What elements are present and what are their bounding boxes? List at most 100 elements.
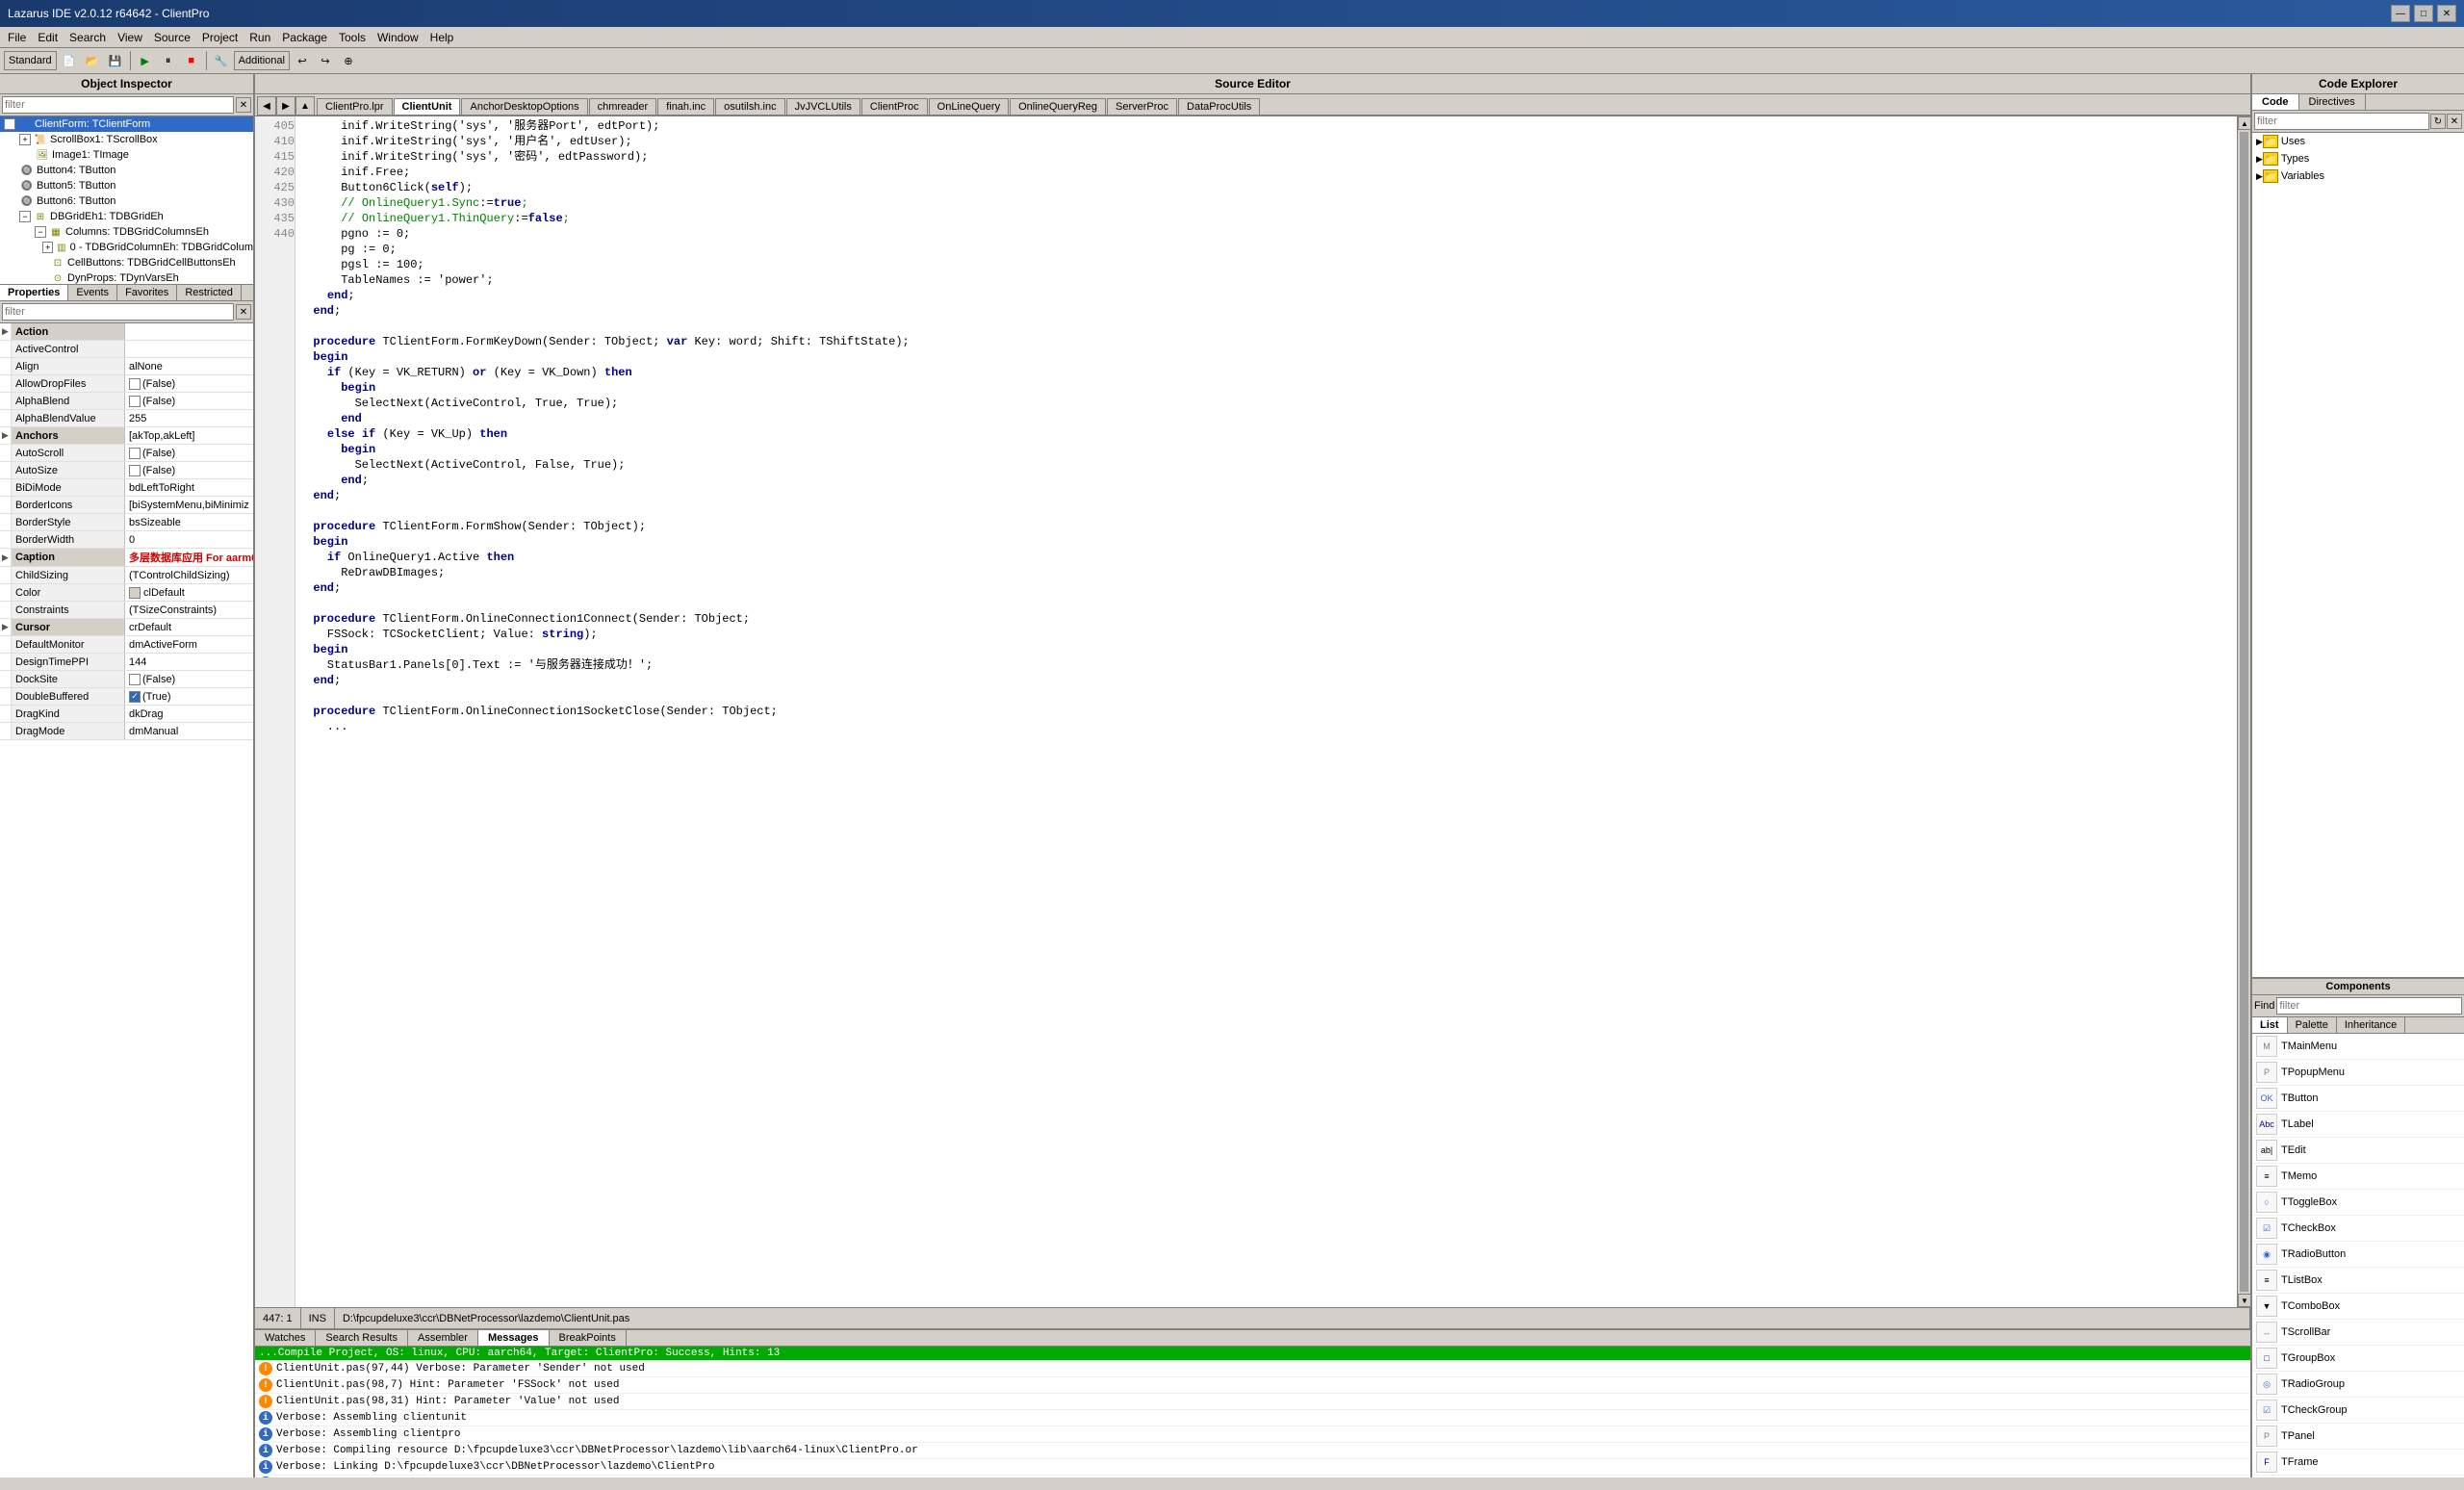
bottom-tab[interactable]: BreakPoints: [550, 1330, 627, 1346]
component-item[interactable]: ☑TCheckGroup: [2252, 1398, 2464, 1424]
prop-expand-btn[interactable]: ▶: [0, 427, 12, 444]
props-tab-events[interactable]: Events: [68, 285, 117, 300]
props-tab-restricted[interactable]: Restricted: [177, 285, 242, 300]
toolbar-pause-btn[interactable]: ⏸: [158, 50, 179, 71]
prop-value[interactable]: (False): [125, 445, 253, 461]
ce-expand-btn[interactable]: ▶: [2256, 154, 2263, 165]
menu-item-package[interactable]: Package: [276, 29, 333, 46]
prop-value[interactable]: crDefault: [125, 619, 253, 635]
ce-expand-btn[interactable]: ▶: [2256, 137, 2263, 147]
bottom-tab[interactable]: Messages: [478, 1330, 550, 1346]
code-content[interactable]: inif.WriteString('sys', '服务器Port', edtPo…: [295, 116, 2237, 1307]
tree-item[interactable]: ⊙DynProps: TDynVarsEh: [0, 270, 253, 285]
component-close-btn[interactable]: ✕: [236, 97, 251, 113]
component-item[interactable]: ○TToggleBox: [2252, 1190, 2464, 1216]
prop-value[interactable]: 0: [125, 531, 253, 548]
ce-tab-code[interactable]: Code: [2252, 94, 2299, 110]
scroll-thumb[interactable]: [2240, 132, 2248, 1292]
prop-checkbox[interactable]: ✓: [129, 691, 141, 703]
tree-item[interactable]: 🔘Button4: TButton: [0, 163, 253, 178]
toolbar-add-3[interactable]: ⊕: [338, 50, 359, 71]
prop-value[interactable]: [akTop,akLeft]: [125, 427, 253, 444]
prop-checkbox[interactable]: [129, 396, 141, 407]
scroll-up-btn[interactable]: ▲: [2238, 116, 2250, 130]
source-nav-back[interactable]: ◀: [257, 96, 276, 116]
menu-item-help[interactable]: Help: [424, 29, 460, 46]
tree-item[interactable]: −🖼ClientForm: TClientForm: [0, 116, 253, 132]
prop-value[interactable]: (False): [125, 671, 253, 687]
tree-item[interactable]: 🖼Image1: TImage: [0, 147, 253, 163]
source-tab[interactable]: ClientPro.lpr: [317, 98, 393, 115]
prop-value[interactable]: dkDrag: [125, 706, 253, 722]
maximize-button[interactable]: □: [2414, 5, 2433, 22]
prop-value[interactable]: ✓(True): [125, 688, 253, 705]
component-item[interactable]: FTFrame: [2252, 1450, 2464, 1476]
prop-value[interactable]: clDefault: [125, 584, 253, 601]
ce-tree-item[interactable]: ▶ 📁Variables: [2252, 167, 2464, 185]
tree-item[interactable]: ⊡CellButtons: TDBGridCellButtonsEh: [0, 255, 253, 270]
prop-value[interactable]: dmActiveForm: [125, 636, 253, 653]
source-tab[interactable]: chmreader: [589, 98, 657, 115]
vertical-scrollbar[interactable]: ▲ ▼: [2237, 116, 2250, 1307]
component-item[interactable]: OKTButton: [2252, 1086, 2464, 1112]
menu-item-file[interactable]: File: [2, 29, 32, 46]
prop-value[interactable]: 多层数据库应用 For aarm64: [125, 549, 253, 566]
prop-value[interactable]: [biSystemMenu,biMinimiz: [125, 497, 253, 513]
source-tab[interactable]: JvJVCLUtils: [786, 98, 860, 115]
bottom-tab[interactable]: Watches: [255, 1330, 316, 1346]
ce-tree-item[interactable]: ▶ 📁Uses: [2252, 133, 2464, 150]
prop-checkbox[interactable]: [129, 378, 141, 390]
prop-value[interactable]: 255: [125, 410, 253, 426]
component-item[interactable]: ↔TScrollBar: [2252, 1320, 2464, 1346]
component-item[interactable]: PTPopupMenu: [2252, 1060, 2464, 1086]
component-item[interactable]: ☑TCheckBox: [2252, 1216, 2464, 1242]
components-filter-input[interactable]: [2276, 997, 2462, 1015]
comp-tab-palette[interactable]: Palette: [2288, 1017, 2337, 1033]
prop-value[interactable]: dmManual: [125, 723, 253, 739]
component-item[interactable]: ≡TMemo: [2252, 1164, 2464, 1190]
component-item[interactable]: ab|TEdit: [2252, 1138, 2464, 1164]
source-tab[interactable]: AnchorDesktopOptions: [461, 98, 587, 115]
close-button[interactable]: ✕: [2437, 5, 2456, 22]
menu-item-project[interactable]: Project: [196, 29, 244, 46]
component-item[interactable]: ◉TRadioButton: [2252, 1242, 2464, 1268]
prop-value[interactable]: 144: [125, 654, 253, 670]
source-nav-fwd[interactable]: ▶: [276, 96, 295, 116]
component-item[interactable]: PTPanel: [2252, 1424, 2464, 1450]
ce-close-btn[interactable]: ✕: [2447, 114, 2462, 129]
menu-item-search[interactable]: Search: [64, 29, 112, 46]
component-item[interactable]: ▼TComboBox: [2252, 1294, 2464, 1320]
prop-value[interactable]: (TControlChildSizing): [125, 567, 253, 583]
prop-checkbox[interactable]: [129, 465, 141, 476]
toolbar-stop-btn[interactable]: ■: [181, 50, 202, 71]
prop-value[interactable]: (False): [125, 462, 253, 478]
prop-value[interactable]: bsSizeable: [125, 514, 253, 530]
source-tab[interactable]: finah.inc: [657, 98, 714, 115]
component-item[interactable]: ≡TListBox: [2252, 1268, 2464, 1294]
source-nav-up[interactable]: ▲: [295, 96, 315, 116]
ce-filter-input[interactable]: [2254, 113, 2429, 130]
toolbar-debug-btn[interactable]: 🔧: [211, 50, 232, 71]
tree-item[interactable]: −▦Columns: TDBGridColumnsEh: [0, 224, 253, 240]
component-item[interactable]: AbcTLabel: [2252, 1112, 2464, 1138]
bottom-tab[interactable]: Assembler: [408, 1330, 478, 1346]
component-item[interactable]: MTMainMenu: [2252, 1034, 2464, 1060]
toolbar-open-btn[interactable]: 📂: [82, 50, 103, 71]
prop-value[interactable]: (False): [125, 393, 253, 409]
toolbar-add-2[interactable]: ↪: [315, 50, 336, 71]
toolbar-run-btn[interactable]: ▶: [135, 50, 156, 71]
comp-tab-inheritance[interactable]: Inheritance: [2337, 1017, 2405, 1033]
prop-value[interactable]: (False): [125, 375, 253, 392]
source-tab[interactable]: OnlineQueryReg: [1010, 98, 1106, 115]
ce-expand-btn[interactable]: ▶: [2256, 171, 2263, 182]
props-tab-properties[interactable]: Properties: [0, 285, 68, 300]
tree-item[interactable]: 🔘Button5: TButton: [0, 178, 253, 193]
toolbar-add-1[interactable]: ↩: [292, 50, 313, 71]
component-item[interactable]: ATActionList: [2252, 1476, 2464, 1477]
tree-item[interactable]: −⊞DBGridEh1: TDBGridEh: [0, 209, 253, 224]
component-item[interactable]: ◎TRadioGroup: [2252, 1372, 2464, 1398]
toolbar-new-btn[interactable]: 📄: [59, 50, 80, 71]
props-close-btn[interactable]: ✕: [236, 304, 251, 320]
scroll-down-btn[interactable]: ▼: [2238, 1294, 2250, 1307]
bottom-tab[interactable]: Search Results: [316, 1330, 408, 1346]
